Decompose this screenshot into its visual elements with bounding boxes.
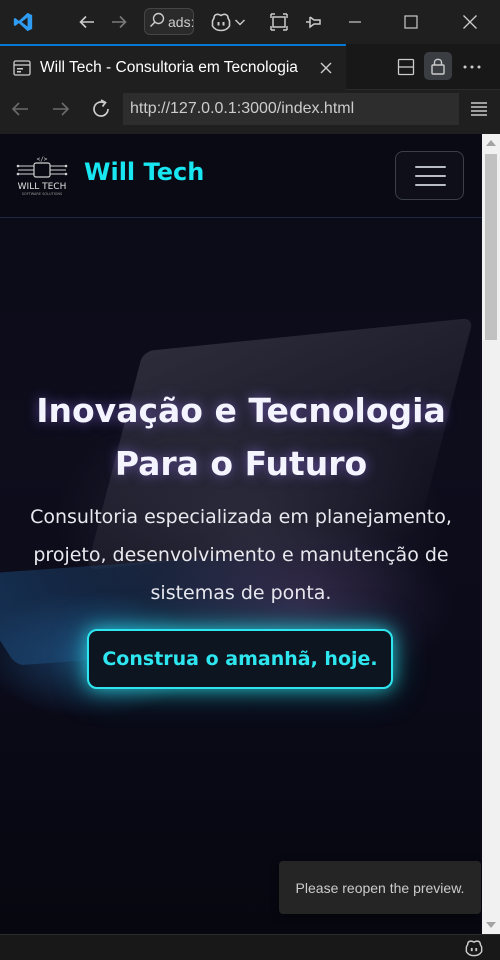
command-center-search[interactable]: ads: — [144, 8, 194, 35]
hero-title-line: Para o Futuro — [114, 444, 368, 483]
notification-toast: Please reopen the preview. — [279, 861, 481, 914]
browser-address-bar: http://127.0.0.1:3000/index.html — [0, 90, 500, 130]
chevron-down-icon[interactable] — [232, 0, 248, 44]
circuit-logo-icon: </> WILL TECH SOFTWARE SOLUTIONS — [16, 156, 68, 196]
arrow-right-icon[interactable] — [104, 0, 134, 44]
hero-subtitle-line: Consultoria especializada em planejament… — [30, 506, 452, 528]
svg-text:</>: </> — [37, 156, 48, 163]
tab-close-icon[interactable] — [318, 60, 334, 80]
back-icon[interactable] — [10, 100, 30, 122]
copilot-icon[interactable] — [207, 0, 235, 44]
copilot-status-icon[interactable] — [464, 939, 484, 960]
hero-title-line: Inovação e Tecnologia — [36, 391, 446, 430]
browser-icon — [13, 60, 31, 80]
arrow-left-icon[interactable] — [72, 0, 102, 44]
svg-text:SOFTWARE SOLUTIONS: SOFTWARE SOLUTIONS — [22, 192, 63, 196]
vscode-window: ads: Will Tech - Consultoria em Tecnolog… — [0, 0, 500, 960]
cta-button[interactable]: Construa o amanhã, hoje. — [87, 629, 393, 689]
close-icon[interactable] — [446, 0, 494, 44]
layout-icon[interactable] — [264, 0, 294, 44]
hero-subtitle: Consultoria especializada em planejament… — [10, 498, 472, 612]
lock-icon[interactable] — [424, 52, 452, 80]
vscode-logo-icon[interactable] — [8, 0, 38, 44]
more-actions-icon[interactable] — [462, 58, 482, 80]
svg-text:WILL TECH: WILL TECH — [18, 182, 67, 192]
reload-icon[interactable] — [90, 98, 112, 124]
hamburger-line — [415, 184, 446, 186]
forward-icon[interactable] — [51, 100, 71, 122]
scroll-up-arrow-icon[interactable] — [486, 140, 496, 146]
menu-icon[interactable] — [470, 101, 488, 121]
navbar-toggle-button[interactable] — [395, 151, 464, 200]
hero-subtitle-line: sistemas de ponta. — [150, 582, 332, 604]
title-bar: ads: — [0, 0, 500, 44]
search-text: ads: — [168, 13, 194, 30]
minimize-icon[interactable] — [332, 0, 378, 44]
hamburger-line — [415, 166, 446, 168]
hamburger-line — [415, 175, 446, 177]
site-brand[interactable]: Will Tech — [84, 158, 204, 186]
maximize-icon[interactable] — [388, 0, 434, 44]
status-bar — [0, 934, 500, 960]
tab-simple-browser[interactable]: Will Tech - Consultoria em Tecnologia — [0, 44, 346, 90]
tab-label: Will Tech - Consultoria em Tecnologia — [40, 59, 298, 76]
site-navbar: </> WILL TECH SOFTWARE SOLUTIONS Will Te… — [0, 134, 482, 218]
url-input[interactable]: http://127.0.0.1:3000/index.html — [123, 93, 459, 125]
tab-bar: Will Tech - Consultoria em Tecnologia — [0, 44, 500, 90]
search-icon — [149, 12, 165, 32]
hero-title: Inovação e Tecnologia Para o Futuro — [0, 384, 482, 490]
scrollbar-thumb[interactable] — [485, 154, 497, 340]
web-page: </> WILL TECH SOFTWARE SOLUTIONS Will Te… — [0, 134, 482, 934]
site-logo[interactable]: </> WILL TECH SOFTWARE SOLUTIONS — [14, 154, 70, 196]
split-editor-icon[interactable] — [397, 58, 415, 80]
scroll-down-arrow-icon[interactable] — [486, 922, 496, 928]
hero-subtitle-line: projeto, desenvolvimento e manutenção de — [33, 544, 449, 566]
page-scrollbar[interactable] — [482, 134, 500, 934]
pin-icon[interactable] — [298, 0, 328, 44]
